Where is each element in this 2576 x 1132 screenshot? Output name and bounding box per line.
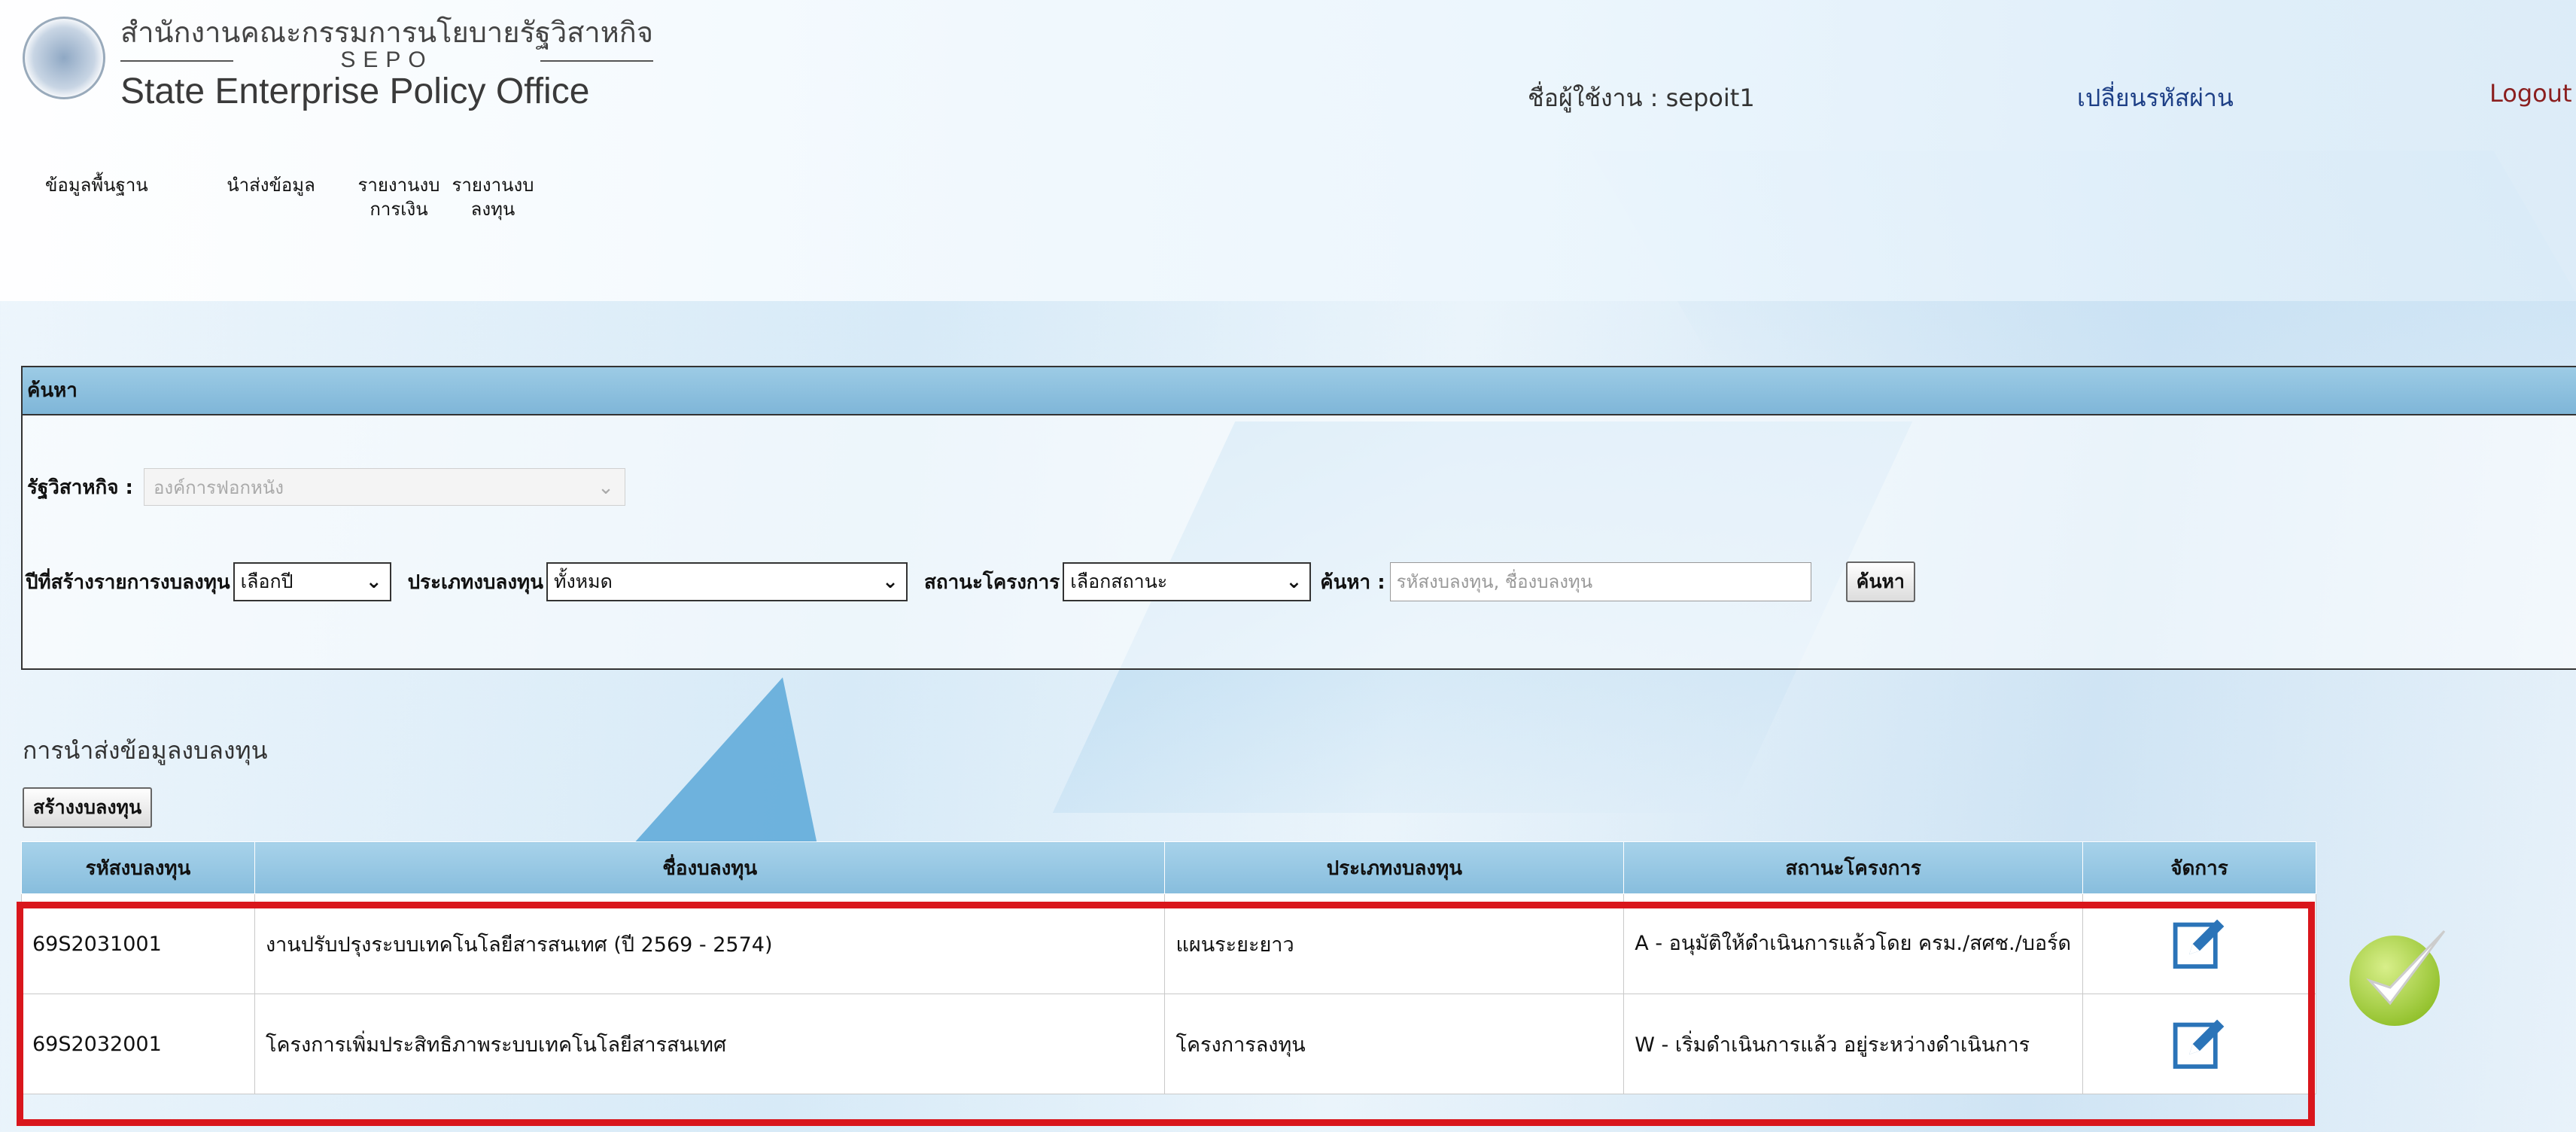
logo[interactable]: สำนักงานคณะกรรมการนโยบายรัฐวิสาหกิจ SEPO… [23, 17, 654, 113]
chevron-down-icon: ⌄ [882, 571, 899, 593]
cell-type: โครงการลงทุน [1164, 994, 1625, 1094]
status-select[interactable]: เลือกสถานะ ⌄ [1063, 562, 1312, 601]
keyword-input[interactable]: รหัสงบลงทุน, ชื่องบลงทุน [1389, 562, 1811, 601]
table-row: 69S2032001 โครงการเพิ่มประสิทธิภาพระบบเท… [21, 994, 2316, 1094]
table-row: 69S2031001 งานปรับปรุงระบบเทคโนโลยีสารสน… [21, 893, 2316, 994]
edit-icon[interactable] [2172, 916, 2228, 972]
type-select[interactable]: ทั้งหมด ⌄ [546, 562, 908, 601]
chevron-down-icon: ⌄ [598, 476, 614, 499]
chevron-down-icon: ⌄ [1285, 571, 1303, 593]
cell-type: แผนระยะยาว [1164, 893, 1625, 994]
seal-logo-icon [23, 17, 105, 99]
logo-english-text: State Enterprise Policy Office [120, 72, 590, 111]
cell-code: 69S2031001 [21, 893, 255, 994]
enterprise-select[interactable]: องค์การฟอกหนัง ⌄ [143, 468, 625, 506]
search-button[interactable]: ค้นหา [1845, 561, 1915, 602]
cell-code: 69S2032001 [21, 994, 255, 1094]
chevron-down-icon: ⌄ [365, 571, 382, 593]
column-header-code[interactable]: รหัสงบลงทุน [21, 841, 255, 894]
logo-sepo-text: SEPO [120, 49, 654, 72]
check-icon [2349, 930, 2446, 1026]
section-title: การนำส่งข้อมูลงบลงทุน [23, 736, 268, 765]
column-header-type[interactable]: ประเภทงบลงทุน [1164, 841, 1625, 894]
main-nav: ข้อมูลพื้นฐาน นำส่งข้อมูล รายงานงบ การเง… [45, 173, 534, 221]
nav-item-investment-report[interactable]: รายงานงบ ลงทุน [452, 173, 534, 221]
cell-status: W - เริ่มดำเนินการแล้ว อยู่ระหว่างดำเนิน… [1623, 994, 2084, 1094]
keyword-label: ค้นหา : [1320, 571, 1385, 594]
cell-actions [2082, 893, 2316, 994]
user-label: ชื่อผู้ใช้งาน : sepoit1 [1528, 84, 1755, 112]
logo-thai-text: สำนักงานคณะกรรมการนโยบายรัฐวิสาหกิจ [120, 17, 654, 49]
cell-status: A - อนุมัติให้ดำเนินการแล้วโดย ครม./สศช.… [1623, 893, 2084, 994]
year-select[interactable]: เลือกปี ⌄ [233, 562, 391, 601]
cell-name: งานปรับปรุงระบบเทคโนโลยีสารสนเทศ (ปี 256… [254, 893, 1166, 994]
column-header-name[interactable]: ชื่องบลงทุน [254, 841, 1166, 894]
column-header-actions: จัดการ [2082, 841, 2316, 894]
enterprise-label: รัฐวิสาหกิจ : [27, 476, 133, 499]
change-password-link[interactable]: เปลี่ยนรหัสผ่าน [2077, 79, 2234, 117]
table-header-row: รหัสงบลงทุน ชื่องบลงทุน ประเภทงบลงทุน สถ… [21, 841, 2316, 894]
header: สำนักงานคณะกรรมการนโยบายรัฐวิสาหกิจ SEPO… [0, 0, 2576, 301]
cell-actions [2082, 994, 2316, 1094]
year-label: ปีที่สร้างรายการงบลงทุน [26, 571, 230, 594]
column-header-status[interactable]: สถานะโครงการ [1623, 841, 2084, 894]
logout-link[interactable]: Logout [2489, 79, 2572, 108]
nav-item-finance-report[interactable]: รายงานงบ การเงิน [346, 173, 452, 221]
search-panel-title: ค้นหา [23, 367, 2576, 415]
cell-name: โครงการเพิ่มประสิทธิภาพระบบเทคโนโลยีสารส… [254, 994, 1166, 1094]
nav-item-basic-data[interactable]: ข้อมูลพื้นฐาน [45, 173, 196, 221]
edit-icon[interactable] [2172, 1016, 2228, 1072]
type-label: ประเภทงบลงทุน [407, 571, 543, 594]
search-panel: ค้นหา รัฐวิสาหกิจ : องค์การฟอกหนัง ⌄ ปีท… [21, 366, 2576, 670]
create-budget-button[interactable]: สร้างงบลงทุน [23, 787, 153, 828]
investment-table: รหัสงบลงทุน ชื่องบลงทุน ประเภทงบลงทุน สถ… [21, 841, 2316, 1094]
status-label: สถานะโครงการ [923, 571, 1060, 594]
nav-item-submit-data[interactable]: นำส่งข้อมูล [196, 173, 346, 221]
